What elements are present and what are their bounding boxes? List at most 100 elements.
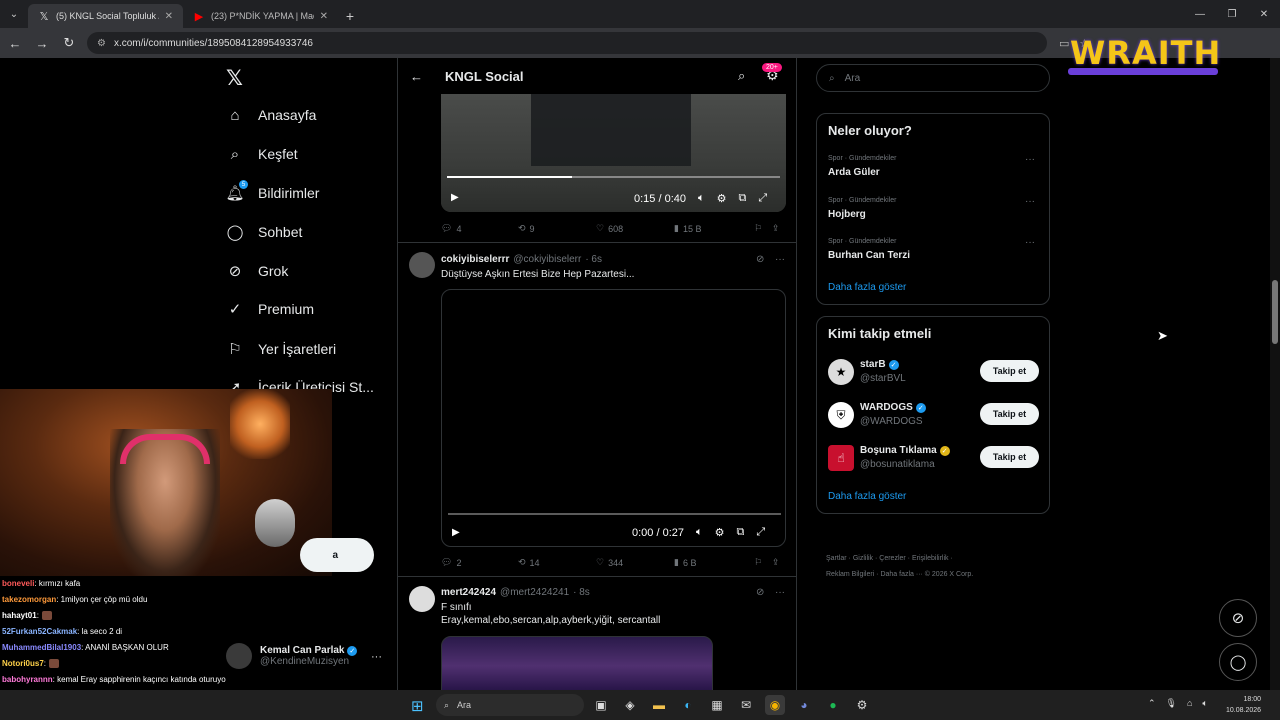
network-icon[interactable]: ⌂ xyxy=(1187,698,1192,709)
bookmark-icon[interactable]: ⚐ xyxy=(754,557,772,568)
follow-name[interactable]: starB ✓ xyxy=(860,359,899,370)
mic-icon[interactable]: 🎙︎ xyxy=(1166,698,1177,709)
more-icon[interactable]: ··· xyxy=(1025,154,1035,165)
follow-button[interactable]: Takip et xyxy=(980,446,1039,468)
chat-username[interactable]: Notori0us7 xyxy=(2,659,44,668)
tab-list-chevron-icon[interactable]: ⌄ xyxy=(0,0,28,28)
store-icon[interactable]: ▦ xyxy=(707,695,727,715)
more-icon[interactable]: ··· xyxy=(1025,196,1035,207)
like-button[interactable]: ♡ 608 xyxy=(596,223,674,234)
chat-username[interactable]: hahayt01 xyxy=(2,611,37,620)
address-bar[interactable]: ⚙ x.com/i/communities/189508412895493374… xyxy=(87,32,1047,54)
volume-icon[interactable]: 🔈︎ xyxy=(698,192,705,205)
reload-icon[interactable]: ↻ xyxy=(57,31,81,55)
pip-icon[interactable]: ⧉ xyxy=(736,526,744,539)
avatar[interactable] xyxy=(409,586,435,612)
avatar[interactable]: ⛨ xyxy=(828,402,854,428)
follow-button[interactable]: Takip et xyxy=(980,403,1039,425)
play-icon[interactable]: ▶ xyxy=(451,192,459,203)
close-tab-icon[interactable]: ✕ xyxy=(320,11,328,22)
more-icon[interactable]: ··· xyxy=(775,587,785,598)
video-player[interactable]: ▶ 0:00 / 0:27 🔈︎ ⚙ ⧉ ⤢ xyxy=(441,289,786,547)
share-icon[interactable]: ⇪ xyxy=(772,223,780,234)
browser-tab[interactable]: ▶ (23) P*NDİK YAPMA | Madara O ✕ xyxy=(183,4,338,28)
follow-name[interactable]: WARDOGS ✓ xyxy=(860,402,926,413)
author-handle[interactable]: @cokiyibiselerr xyxy=(513,254,581,265)
grok-icon[interactable]: ⊘ xyxy=(756,254,764,265)
search-input[interactable]: ⌕ Ara xyxy=(816,64,1050,92)
pip-icon[interactable]: ⧉ xyxy=(738,192,746,205)
nav-premium[interactable]: ✓ Premium xyxy=(226,300,314,318)
chat-username[interactable]: takezomorgan xyxy=(2,595,56,604)
mail-icon[interactable]: ✉ xyxy=(736,695,756,715)
x-logo-icon[interactable]: 𝕏 xyxy=(226,66,243,91)
chat-username[interactable]: 52Furkan52Cakmak xyxy=(2,627,77,636)
task-view-icon[interactable]: ▣ xyxy=(591,695,611,715)
edge-icon[interactable]: ◐ xyxy=(678,695,698,715)
nav-grok[interactable]: ⊘ Grok xyxy=(226,262,289,280)
forward-icon[interactable]: → xyxy=(30,31,54,55)
nav-explore[interactable]: ⌕ Keşfet xyxy=(226,145,298,163)
minimize-icon[interactable]: — xyxy=(1184,0,1216,28)
reply-button[interactable]: 💬︎ 4 xyxy=(441,223,518,234)
share-icon[interactable]: ⇪ xyxy=(772,557,780,568)
close-window-icon[interactable]: ✕ xyxy=(1248,0,1280,28)
chat-username[interactable]: babohyrannn xyxy=(2,675,53,684)
fullscreen-icon[interactable]: ⤢ xyxy=(756,526,765,539)
author-handle[interactable]: @mert2424241 xyxy=(500,587,569,598)
grok-fab-icon[interactable]: ⊘ xyxy=(1219,599,1257,637)
footer-links[interactable]: Reklam Bilgileri · Daha fazla ··· © 2026… xyxy=(826,571,973,578)
video-progress-bar[interactable] xyxy=(447,176,780,178)
bookmark-icon[interactable]: ⚐ xyxy=(754,223,772,234)
back-arrow-icon[interactable]: ← xyxy=(410,69,423,84)
close-tab-icon[interactable]: ✕ xyxy=(165,11,173,22)
chrome-icon[interactable]: ◉ xyxy=(765,695,785,715)
restore-icon[interactable]: ❐ xyxy=(1216,0,1248,28)
volume-icon[interactable]: 🔈︎ xyxy=(696,526,703,539)
browser-tab-active[interactable]: 𝕏 (5) KNGL Social Topluluk / X ✕ xyxy=(28,4,183,28)
chat-username[interactable]: boneveli xyxy=(2,579,34,588)
repost-button[interactable]: ⟲ 9 xyxy=(518,223,596,234)
discord-icon[interactable]: ◕ xyxy=(794,695,814,715)
windows-start-icon[interactable]: ⊞ xyxy=(411,697,424,715)
grok-icon[interactable]: ⊘ xyxy=(756,587,764,598)
volume-icon[interactable]: 🔈︎ xyxy=(1202,698,1207,709)
more-icon[interactable]: ··· xyxy=(775,254,785,265)
show-more-link[interactable]: Daha fazla göster xyxy=(828,491,906,502)
fullscreen-icon[interactable]: ⤢ xyxy=(758,192,767,205)
messages-fab-icon[interactable]: ◯ xyxy=(1219,643,1257,681)
views-button[interactable]: ▮ 6 B xyxy=(674,557,754,568)
cast-icon[interactable]: ▭ xyxy=(1059,37,1069,50)
nav-home[interactable]: ⌂ Anasayfa xyxy=(226,106,316,124)
settings-icon[interactable]: ⚙ xyxy=(717,192,727,205)
like-button[interactable]: ♡ 344 xyxy=(596,557,674,568)
back-icon[interactable]: ← xyxy=(3,31,27,55)
more-icon[interactable]: ··· xyxy=(1025,237,1035,248)
author-name[interactable]: cokiyibiselerrr xyxy=(441,254,509,265)
new-tab-button[interactable]: + xyxy=(338,4,362,28)
trend-name[interactable]: Burhan Can Terzi xyxy=(828,250,910,261)
chat-username[interactable]: MuhammedBilal1903 xyxy=(2,643,81,652)
reply-button[interactable]: 💬︎ 2 xyxy=(441,557,518,568)
file-explorer-icon[interactable]: ▬ xyxy=(649,695,669,715)
page-scrollbar[interactable] xyxy=(1270,58,1280,690)
avatar[interactable]: ☝ xyxy=(828,445,854,471)
copilot-icon[interactable]: ◈ xyxy=(620,695,640,715)
scrollbar-thumb[interactable] xyxy=(1272,280,1278,344)
footer-links[interactable]: Şartlar · Gizlilik · Çerezler · Erişileb… xyxy=(826,555,953,562)
author-name[interactable]: mert242424 xyxy=(441,587,496,598)
tray-chevron-icon[interactable]: ⌃ xyxy=(1148,698,1156,709)
post-button[interactable]: a xyxy=(300,538,374,572)
views-button[interactable]: ▮ 15 B xyxy=(674,223,754,234)
search-icon[interactable]: ⌕ xyxy=(738,68,745,84)
repost-button[interactable]: ⟲ 14 xyxy=(518,557,596,568)
trend-name[interactable]: Arda Güler xyxy=(828,167,880,178)
nav-bookmarks[interactable]: ⚐ Yer İşaretleri xyxy=(226,340,336,358)
play-icon[interactable]: ▶ xyxy=(452,527,460,538)
nav-chat[interactable]: ◯ Sohbet xyxy=(226,223,303,241)
show-more-link[interactable]: Daha fazla göster xyxy=(828,282,906,293)
site-info-icon[interactable]: ⚙ xyxy=(97,38,106,49)
taskbar-search[interactable]: ⌕ Ara xyxy=(436,694,584,716)
settings-icon[interactable]: ⚙ xyxy=(715,526,725,539)
trend-name[interactable]: Hojberg xyxy=(828,209,866,220)
